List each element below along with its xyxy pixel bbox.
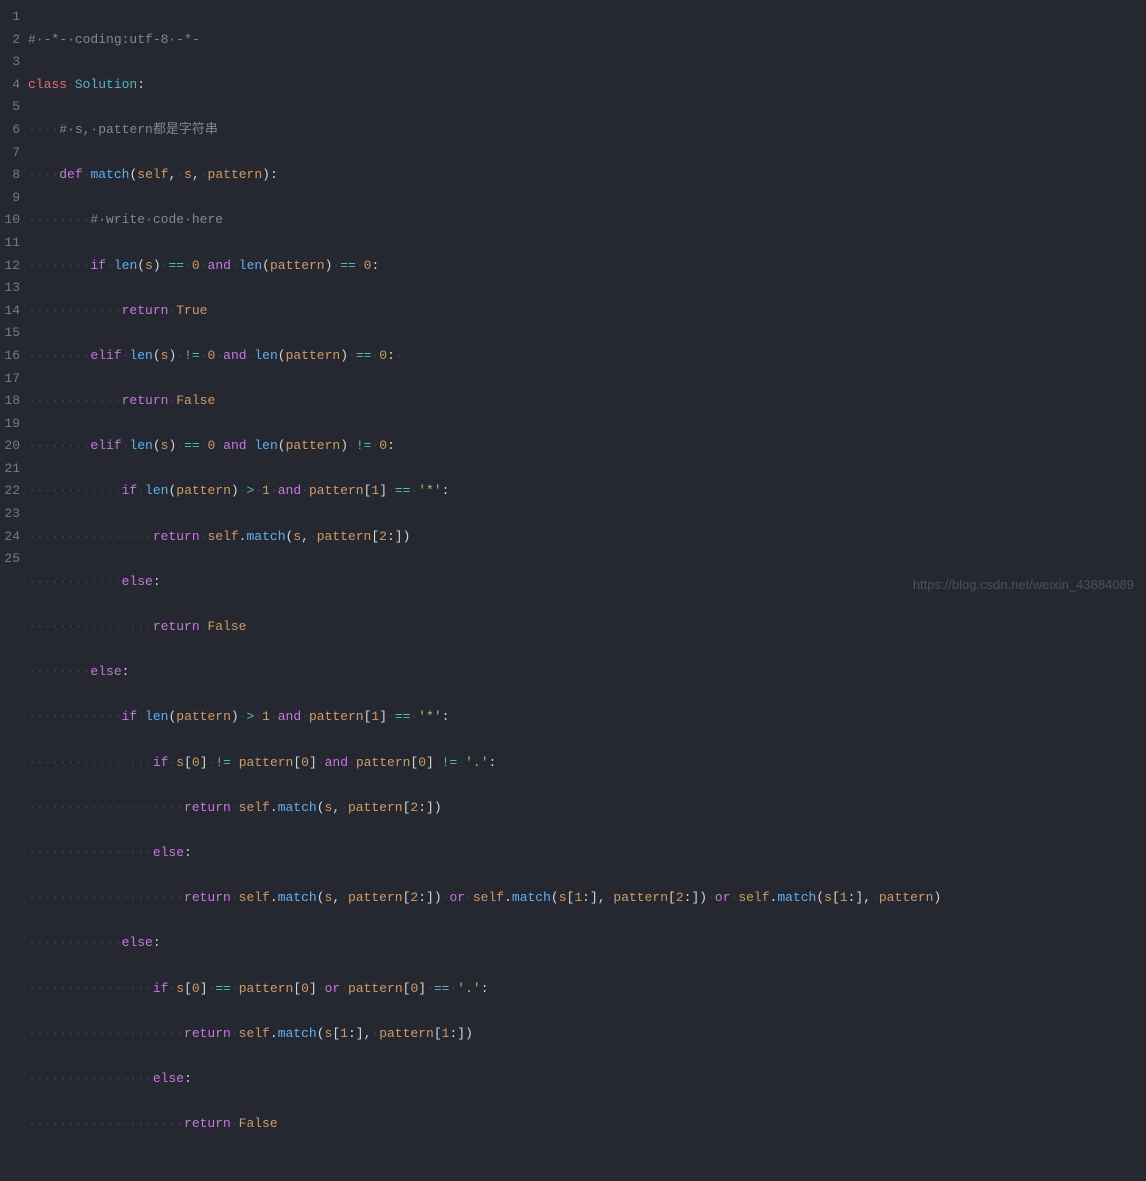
code-line: ····················return·self.match(s,… [28, 887, 1146, 910]
code-line: ············return·False [28, 390, 1146, 413]
code-line: ········if·len(s)·==·0·and·len(pattern)·… [28, 255, 1146, 278]
code-line: ············else: [28, 932, 1146, 955]
code-line: ····················return·self.match(s[… [28, 1023, 1146, 1046]
line-number: 22 [0, 480, 20, 503]
line-number: 13 [0, 277, 20, 300]
line-number: 2 [0, 29, 20, 52]
code-line: ················else: [28, 842, 1146, 865]
code-line: ········else: [28, 661, 1146, 684]
line-number: 21 [0, 458, 20, 481]
line-number: 11 [0, 232, 20, 255]
code-line: ············if·len(pattern)·>·1·and·patt… [28, 706, 1146, 729]
line-number: 25 [0, 548, 20, 571]
code-line: ················else: [28, 1068, 1146, 1091]
code-line: ········elif·len(s)·==·0·and·len(pattern… [28, 435, 1146, 458]
code-line: ····················return·False [28, 1113, 1146, 1136]
code-line: ················if·s[0]·==·pattern[0]·or… [28, 978, 1146, 1001]
line-number: 5 [0, 96, 20, 119]
code-line: ············if·len(pattern)·>·1·and·patt… [28, 480, 1146, 503]
line-number: 8 [0, 164, 20, 187]
line-number: 6 [0, 119, 20, 142]
line-number: 12 [0, 255, 20, 278]
line-number: 23 [0, 503, 20, 526]
line-number: 24 [0, 526, 20, 549]
code-line: ················if·s[0]·!=·pattern[0]·an… [28, 752, 1146, 775]
line-number: 10 [0, 209, 20, 232]
line-number: 20 [0, 435, 20, 458]
line-number: 15 [0, 322, 20, 345]
line-number: 17 [0, 368, 20, 391]
code-line: ················return·False [28, 616, 1146, 639]
code-line: ········elif·len(s)·!=·0·and·len(pattern… [28, 345, 1146, 368]
line-number-gutter: 1 2 3 4 5 6 7 8 9 10 11 12 13 14 15 16 1… [0, 6, 28, 1181]
code-line: #·-*-·coding:utf-8·-*- [28, 29, 1146, 52]
code-line: ····def·match(self,·s,·pattern): [28, 164, 1146, 187]
line-number: 7 [0, 142, 20, 165]
code-line: ····················return·self.match(s,… [28, 797, 1146, 820]
code-line: ····#·s,·pattern都是字符串 [28, 119, 1146, 142]
watermark-text: https://blog.csdn.net/weixin_43884089 [913, 574, 1134, 597]
code-line: class·Solution: [28, 74, 1146, 97]
line-number: 4 [0, 74, 20, 97]
code-line: ········#·write·code·here [28, 209, 1146, 232]
line-number: 18 [0, 390, 20, 413]
line-number: 14 [0, 300, 20, 323]
code-line: ················return·self.match(s,·pat… [28, 526, 1146, 549]
line-number: 19 [0, 413, 20, 436]
line-number: 3 [0, 51, 20, 74]
line-number: 16 [0, 345, 20, 368]
code-line: ············return·True [28, 300, 1146, 323]
line-number: 1 [0, 6, 20, 29]
line-number: 9 [0, 187, 20, 210]
